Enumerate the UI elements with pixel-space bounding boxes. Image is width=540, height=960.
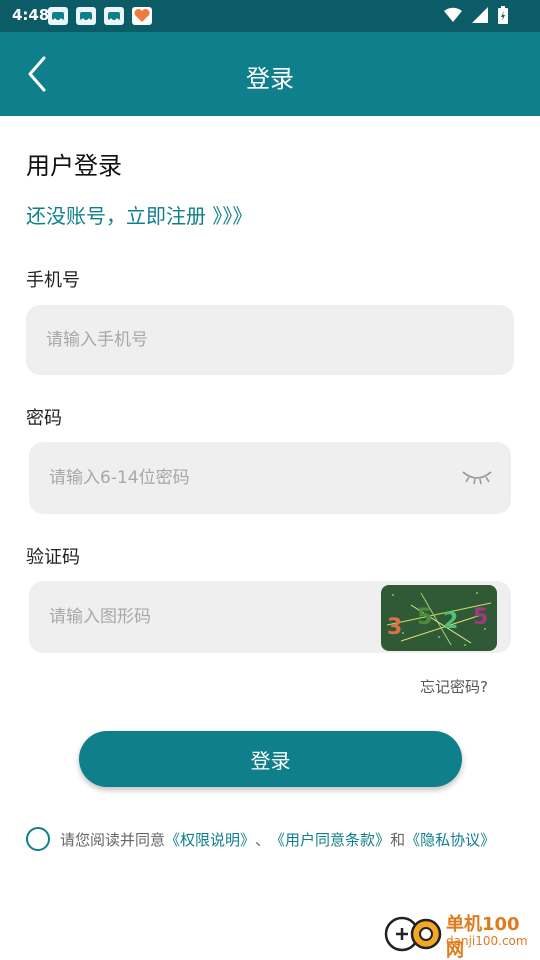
- watermark-url: danji100.com: [446, 934, 528, 948]
- password-input[interactable]: [49, 442, 379, 514]
- captcha-field: 3 5 2 5: [29, 581, 511, 653]
- login-heading: 用户登录: [26, 152, 122, 180]
- car-notification-icon: [48, 7, 68, 25]
- captcha-digit: 3: [387, 615, 403, 640]
- phone-field: [26, 305, 514, 375]
- phone-label: 手机号: [26, 270, 80, 291]
- eye-closed-icon[interactable]: [461, 468, 493, 486]
- captcha-digit: 2: [443, 609, 459, 634]
- heart-app-icon: [132, 7, 152, 25]
- status-bar: 4:48: [0, 0, 540, 32]
- user-terms-link[interactable]: 《用户同意条款》: [270, 829, 390, 850]
- signal-icon: [472, 7, 488, 23]
- car-notification-icon: [76, 7, 96, 25]
- captcha-label: 验证码: [26, 547, 80, 568]
- agreement-and: 和: [390, 830, 406, 849]
- login-button[interactable]: 登录: [79, 731, 462, 787]
- wifi-icon: [444, 7, 462, 23]
- password-field: [29, 442, 511, 514]
- agreement-checkbox[interactable]: [26, 827, 50, 851]
- page-title: 登录: [246, 65, 294, 93]
- captcha-image[interactable]: 3 5 2 5: [381, 585, 497, 651]
- permissions-link[interactable]: 《权限说明》: [165, 829, 255, 850]
- register-link[interactable]: 还没账号，立即注册 》》》: [26, 200, 252, 229]
- privacy-policy-link[interactable]: 《隐私协议》: [405, 829, 495, 850]
- car-notification-icon: [104, 7, 124, 25]
- forgot-password-link[interactable]: 忘记密码?: [420, 676, 488, 697]
- agreement-prefix: 请您阅读并同意: [60, 830, 166, 849]
- app-bar: 登录: [0, 32, 540, 116]
- agreement-separator: 、: [255, 830, 271, 849]
- captcha-digit: 5: [417, 605, 433, 630]
- captcha-digit: 5: [473, 605, 489, 630]
- phone-input[interactable]: [46, 305, 376, 375]
- password-label: 密码: [26, 408, 62, 429]
- agreement-row: 请您阅读并同意 《权限说明》 、 《用户同意条款》 和 《隐私协议》: [26, 827, 495, 851]
- battery-charging-icon: [498, 6, 508, 24]
- watermark: 单机100网 danji100.com: [382, 908, 532, 960]
- watermark-logo-icon: [384, 916, 442, 952]
- captcha-input[interactable]: [49, 581, 379, 653]
- status-time: 4:48: [12, 6, 50, 24]
